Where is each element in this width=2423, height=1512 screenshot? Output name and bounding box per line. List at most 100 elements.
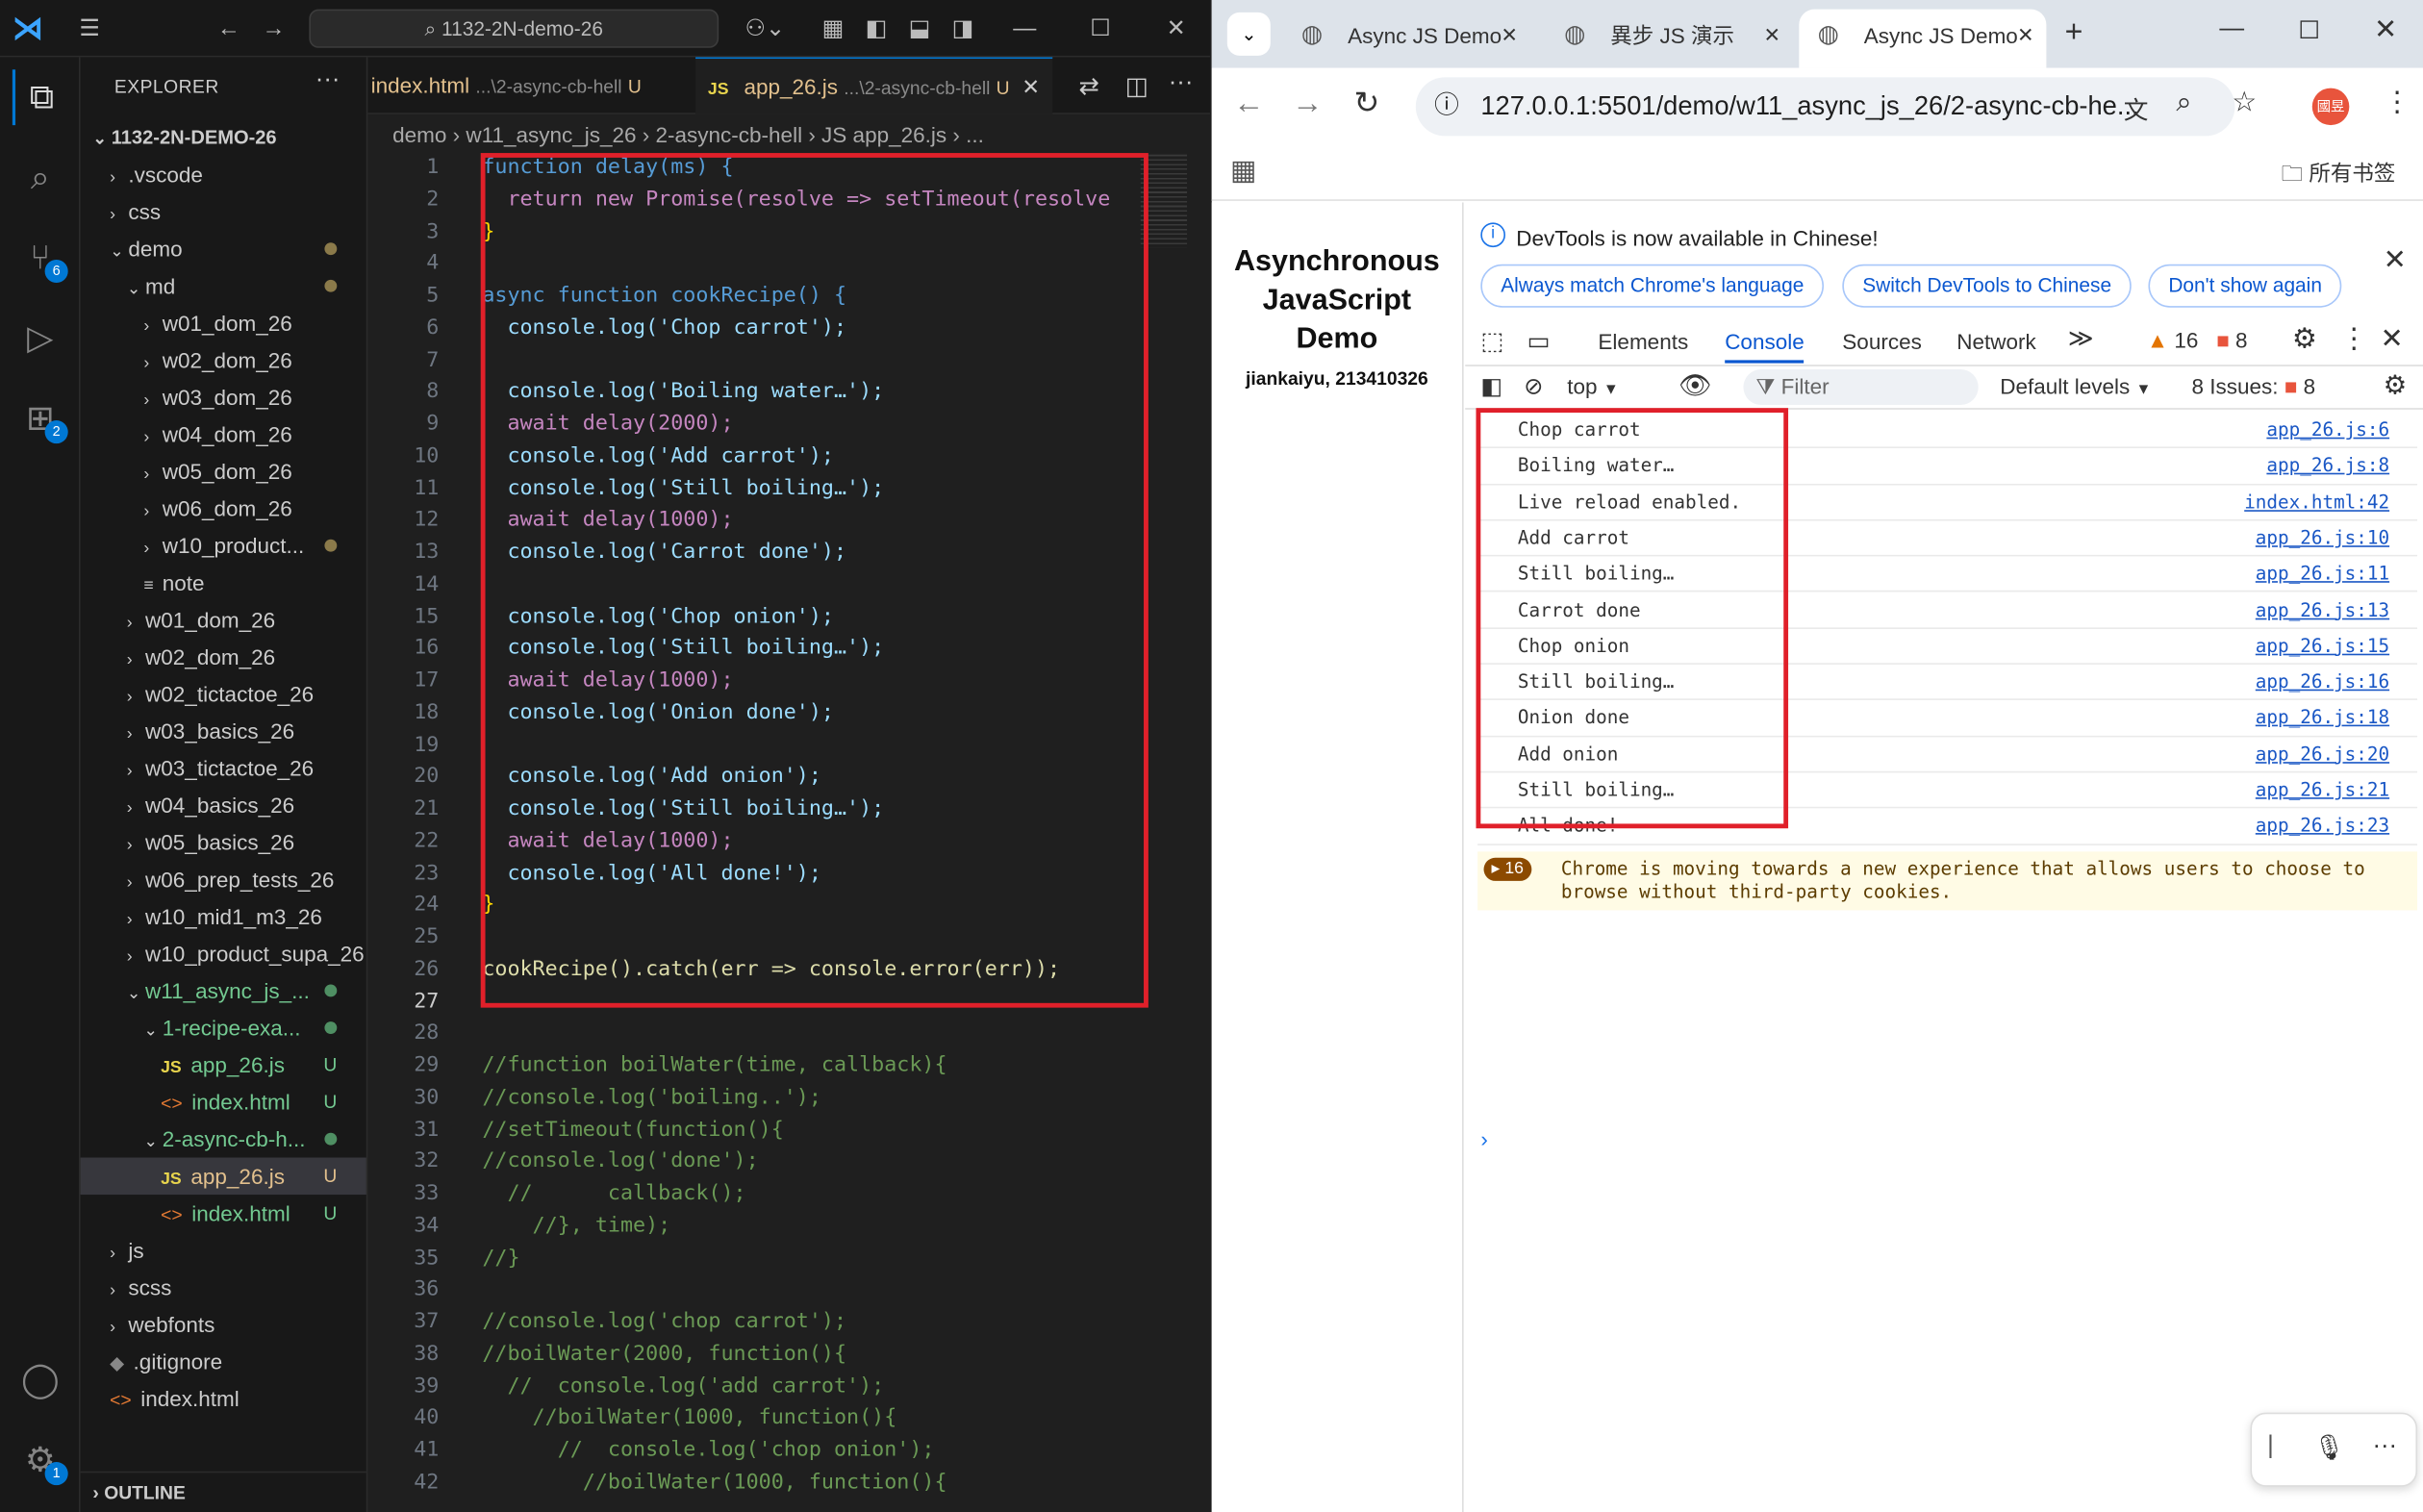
close-tab-icon[interactable]: ✕ bbox=[2017, 10, 2034, 63]
switch-devtools-chinese-button[interactable]: Switch DevTools to Chinese bbox=[1842, 264, 2133, 308]
more-icon[interactable]: ··· bbox=[2372, 1433, 2397, 1461]
explorer-icon[interactable]: ⧉ bbox=[12, 69, 68, 126]
tab-search-icon[interactable]: ⌄ bbox=[1226, 12, 1271, 56]
close-window-icon[interactable]: ✕ bbox=[2374, 13, 2397, 46]
console-source-link[interactable]: app_26.js:10 bbox=[2256, 520, 2389, 556]
toggle-sidebar-icon[interactable]: ◧ bbox=[859, 13, 893, 46]
tree-item[interactable]: ⌄ 1-recipe-exa... bbox=[81, 1009, 366, 1046]
apps-grid-icon[interactable]: ▦ bbox=[1230, 155, 1256, 188]
outline-section[interactable]: › OUTLINE bbox=[80, 1471, 366, 1512]
reload-icon[interactable]: ↻ bbox=[1354, 84, 1380, 122]
breadcrumb[interactable]: demo › w11_async_js_26 › 2-async-cb-hell… bbox=[392, 122, 984, 147]
console-source-link[interactable]: app_26.js:8 bbox=[2266, 448, 2389, 484]
tree-item[interactable]: › w06_prep_tests_26 bbox=[81, 861, 366, 898]
more-tabs-icon[interactable]: ≫ bbox=[2068, 323, 2094, 354]
tree-item[interactable]: › w03_dom_26 bbox=[81, 379, 366, 416]
device-toolbar-icon[interactable]: ▭ bbox=[1527, 326, 1551, 357]
console-prompt[interactable]: › bbox=[1480, 1126, 1488, 1151]
minimize-icon[interactable]: — bbox=[1008, 13, 1042, 46]
profile-avatar[interactable]: 國昱 bbox=[2311, 88, 2350, 126]
tree-item[interactable]: JS app_26.js U bbox=[81, 1046, 366, 1084]
default-levels-dropdown[interactable]: Default levels ▼ bbox=[2000, 374, 2151, 399]
close-tab-icon[interactable]: ✕ bbox=[1764, 10, 1781, 63]
copilot-icon[interactable]: ⚇⌄ bbox=[742, 13, 788, 46]
tree-item[interactable]: ≡ note bbox=[81, 564, 366, 601]
close-window-icon[interactable]: ✕ bbox=[1159, 13, 1193, 46]
tree-item[interactable]: › css bbox=[81, 193, 366, 231]
warning-count[interactable]: ▲ 16 bbox=[2147, 328, 2199, 353]
clear-console-icon[interactable]: ⊘ bbox=[1524, 372, 1543, 400]
console-source-link[interactable]: app_26.js:13 bbox=[2256, 592, 2389, 628]
devtools-settings-icon[interactable]: ⚙ bbox=[2292, 323, 2317, 356]
run-debug-icon[interactable]: ▷ bbox=[13, 311, 68, 366]
root-folder[interactable]: ⌄ 1132-2N-DEMO-26 bbox=[81, 119, 366, 157]
account-icon[interactable]: ◯ bbox=[13, 1352, 68, 1408]
console-source-link[interactable]: app_26.js:6 bbox=[2266, 413, 2389, 448]
tree-item[interactable]: › w10_product... bbox=[81, 527, 366, 565]
error-count[interactable]: ■ 8 bbox=[2216, 328, 2247, 353]
sidebar-toggle-icon[interactable]: ◧ bbox=[1480, 372, 1502, 400]
tree-item[interactable]: › w02_dom_26 bbox=[81, 341, 366, 379]
toggle-panel-icon[interactable]: ⬓ bbox=[902, 13, 936, 46]
tree-item[interactable]: ⌄ md bbox=[81, 267, 366, 305]
tree-item[interactable]: › w04_dom_26 bbox=[81, 416, 366, 453]
editor-more-icon[interactable]: ··· bbox=[1169, 69, 1194, 97]
devtools-tab[interactable]: Network bbox=[1956, 320, 2036, 364]
context-selector[interactable]: top ▼ bbox=[1564, 374, 1622, 399]
close-tab-icon[interactable]: ✕ bbox=[1501, 10, 1518, 63]
tree-item[interactable]: › .vscode bbox=[81, 156, 366, 193]
tree-item[interactable]: › w06_dom_26 bbox=[81, 490, 366, 527]
bookmark-star-icon[interactable]: ☆ bbox=[2232, 87, 2257, 119]
tree-item[interactable]: ⌄ demo bbox=[81, 230, 366, 267]
close-tab-icon[interactable]: ✕ bbox=[1022, 74, 1040, 99]
warning-count-badge[interactable]: ▸ 16 bbox=[1483, 857, 1532, 881]
split-editor-icon[interactable]: ◫ bbox=[1125, 71, 1148, 102]
tree-item[interactable]: › js bbox=[81, 1232, 366, 1270]
console-source-link[interactable]: app_26.js:18 bbox=[2256, 701, 2389, 737]
forward-arrow-icon[interactable]: → bbox=[257, 13, 290, 46]
inspect-element-icon[interactable]: ⬚ bbox=[1480, 326, 1503, 357]
minimize-icon[interactable]: — bbox=[2219, 15, 2244, 43]
tab-app-js[interactable]: JS app_26.js ...\2-async-cb-hell U ✕ bbox=[695, 57, 1053, 114]
new-tab-icon[interactable]: + bbox=[2065, 15, 2083, 51]
drag-handle-icon[interactable]: | bbox=[2267, 1433, 2274, 1461]
tree-item[interactable]: <> index.html U bbox=[81, 1083, 366, 1121]
browser-tab[interactable]: ◍ 異步 JS 演示 ✕ bbox=[1546, 10, 1793, 68]
tree-item[interactable]: ◆ .gitignore bbox=[81, 1343, 366, 1380]
tree-item[interactable]: › w05_basics_26 bbox=[81, 823, 366, 861]
back-arrow-icon[interactable]: ← bbox=[212, 13, 245, 46]
back-arrow-icon[interactable]: ← bbox=[1233, 87, 1264, 122]
translate-icon[interactable]: 文 bbox=[2124, 89, 2149, 127]
browser-tab[interactable]: ◍ Async JS Demo ✕ bbox=[1283, 10, 1530, 68]
maximize-icon[interactable]: ☐ bbox=[2298, 15, 2320, 46]
console-source-link[interactable]: app_26.js:20 bbox=[2256, 737, 2389, 772]
tree-item[interactable]: <> index.html U bbox=[81, 1195, 366, 1232]
issues-button[interactable]: 8 Issues: ■ 8 bbox=[2191, 374, 2315, 399]
search-icon[interactable]: ⌕ bbox=[13, 150, 68, 206]
console-source-link[interactable]: app_26.js:16 bbox=[2256, 665, 2389, 700]
explorer-more-icon[interactable]: ··· bbox=[315, 66, 341, 94]
tree-item[interactable]: ⌄ w11_async_js_... bbox=[81, 972, 366, 1010]
chrome-menu-icon[interactable]: ⋮ bbox=[2384, 87, 2411, 119]
console-warning-group[interactable]: ▸ 16 Chrome is moving towards a new expe… bbox=[1477, 850, 2418, 910]
menu-icon[interactable]: ☰ bbox=[73, 13, 107, 46]
tab-index-html[interactable]: index.html ...\2-async-cb-hell U bbox=[367, 57, 653, 113]
toggle-secondary-sidebar-icon[interactable]: ◨ bbox=[946, 13, 979, 46]
microphone-icon[interactable]: 🎙 bbox=[2313, 1433, 2345, 1464]
tree-item[interactable]: › w05_dom_26 bbox=[81, 453, 366, 491]
extensions-icon[interactable]: ⊞ 2 bbox=[13, 391, 68, 447]
devtools-tab[interactable]: Sources bbox=[1842, 320, 1922, 364]
console-settings-icon[interactable]: ⚙ bbox=[2384, 371, 2408, 402]
tree-item[interactable]: › w03_basics_26 bbox=[81, 713, 366, 750]
devtools-tab[interactable]: Console bbox=[1725, 320, 1805, 364]
command-center-search[interactable]: ⌕ 1132-2N-demo-26 bbox=[309, 9, 719, 48]
tree-item[interactable]: › w02_dom_26 bbox=[81, 639, 366, 676]
tree-item[interactable]: › w01_dom_26 bbox=[81, 601, 366, 639]
settings-gear-icon[interactable]: ⚙ 1 bbox=[13, 1433, 68, 1489]
live-expression-eye-icon[interactable]: 👁 bbox=[1678, 371, 1712, 402]
console-source-link[interactable]: app_26.js:11 bbox=[2256, 557, 2389, 592]
source-control-icon[interactable]: ⑂ 6 bbox=[13, 230, 68, 286]
address-bar[interactable]: ⓘ 127.0.0.1:5501/demo/w11_async_js_26/2-… bbox=[1415, 77, 2235, 137]
tree-item[interactable]: › w01_dom_26 bbox=[81, 305, 366, 342]
console-source-link[interactable]: index.html:42 bbox=[2244, 485, 2389, 520]
